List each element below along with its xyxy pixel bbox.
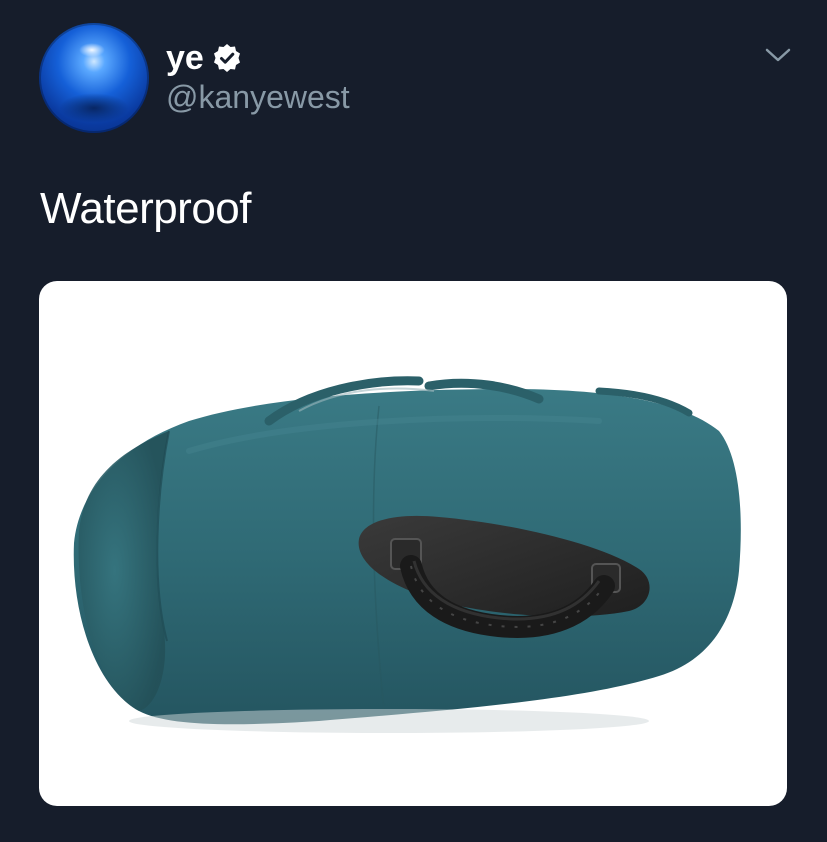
display-name[interactable]: ye	[166, 38, 204, 78]
tweet-text: Waterproof	[40, 184, 252, 233]
tweet-card: ye @kanyewest Waterproof	[0, 0, 827, 842]
avatar[interactable]	[39, 23, 149, 133]
duffel-bag-illustration	[73, 376, 741, 733]
avatar-shine	[79, 43, 105, 57]
verified-badge-icon	[212, 43, 242, 73]
chevron-down-icon[interactable]	[764, 45, 792, 65]
author-name-row[interactable]: ye	[166, 38, 242, 78]
username-handle[interactable]: @kanyewest	[166, 78, 350, 116]
tweet-media-image[interactable]	[39, 281, 787, 806]
avatar-shadow	[59, 93, 129, 123]
